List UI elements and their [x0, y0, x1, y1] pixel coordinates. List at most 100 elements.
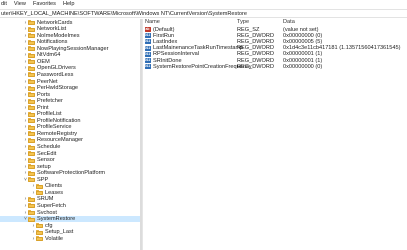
tree-item-label: PeerNet [37, 78, 58, 85]
folder-body [36, 184, 43, 189]
tree-item-label: OpenGLDrivers [37, 65, 76, 72]
tree-item[interactable]: › Clients [0, 183, 140, 189]
tree-item[interactable]: › Leases [0, 190, 140, 196]
tree-item[interactable]: › Schedule [0, 144, 140, 150]
folder-icon [28, 20, 35, 26]
tree-item-label: ResourceManager [37, 137, 84, 144]
tree-item-label: cfg [45, 222, 53, 229]
tree-item-label: SystemRestore [37, 216, 76, 223]
tree-item-label: ProfileList [37, 111, 62, 118]
tree-item[interactable]: › NetworkList [0, 26, 140, 32]
folder-body [28, 60, 35, 65]
tree-item-label: PasswordLess [37, 71, 74, 78]
tree-item[interactable]: › PerHwIdStorage [0, 85, 140, 91]
folder-body [36, 237, 43, 242]
column-name-header[interactable]: Name [145, 19, 160, 26]
folder-icon [28, 33, 35, 39]
menu-view[interactable]: View [14, 0, 26, 9]
tree-item[interactable]: › Setup_Last [0, 229, 140, 235]
tree-item-label: setup [37, 163, 51, 170]
value-data: 0x00000000 (0) [283, 63, 323, 70]
folder-body [28, 93, 35, 98]
tree-item[interactable]: › cfg [0, 223, 140, 229]
folder-icon [28, 52, 35, 58]
folder-icon [28, 65, 35, 71]
folder-body [28, 125, 35, 130]
folder-icon [28, 210, 35, 216]
tree-item-label: Sensor [37, 157, 55, 164]
tree-item[interactable]: › Volatile [0, 236, 140, 242]
tree-item[interactable]: › ProfileList [0, 111, 140, 117]
binary-value-icon: 011 [144, 51, 151, 57]
tree-item[interactable]: › Ports [0, 92, 140, 98]
tree-item[interactable]: › ProfileNotification [0, 118, 140, 124]
tree-item[interactable]: › PeerNet [0, 78, 140, 85]
tree-item[interactable]: › ProfileService [0, 124, 140, 130]
key-tree: › NetworkCards › NetworkList › NoImeModeImes ›… [0, 19, 140, 250]
value-type: REG_DWORD [237, 63, 274, 70]
binary-value-icon: 011 [144, 39, 151, 45]
tree-item[interactable]: › OEM [0, 59, 140, 65]
folder-icon [28, 79, 35, 85]
tree-item-label: Volatile [45, 235, 64, 242]
tree-item[interactable]: › NtVdm64 [0, 52, 140, 58]
folder-body [28, 99, 35, 104]
folder-icon [28, 203, 35, 209]
folder-body [36, 224, 43, 229]
column-data-header[interactable]: Data [283, 19, 295, 26]
tree-item-label: ProfileService [37, 124, 72, 131]
tree-item-label: SecEdit [37, 150, 57, 157]
folder-body [28, 40, 35, 45]
folder-icon [36, 229, 43, 235]
tree-item[interactable]: › Svchost [0, 209, 140, 216]
tree-item[interactable]: › NowPlayingSessionManager [0, 46, 140, 52]
column-type-header[interactable]: Type [237, 19, 249, 26]
tree-item[interactable]: › PasswordLess [0, 72, 140, 78]
folder-body [28, 112, 35, 117]
menu-help[interactable]: Help [63, 0, 75, 9]
tree-item[interactable]: › Notifications [0, 39, 140, 45]
binary-value-icon: 011 [144, 58, 151, 64]
folder-icon [28, 59, 35, 65]
folder-icon [28, 98, 35, 104]
folder-body [28, 211, 35, 216]
folder-icon [36, 223, 43, 229]
tree-item[interactable]: › Print [0, 105, 140, 111]
tree-item[interactable]: › ResourceManager [0, 137, 140, 143]
tree-item[interactable]: › SoftwareProtectionPlatform [0, 170, 140, 176]
folder-icon [28, 111, 35, 117]
tree-item[interactable]: › RemoteRegistry [0, 131, 140, 137]
value-row[interactable]: 011 SystemRestorePointCreationFrequency RE… [144, 64, 407, 70]
tree-item[interactable]: › SRUM [0, 196, 140, 202]
tree-item-label: Clients [45, 183, 63, 190]
folder-body [28, 73, 35, 78]
folder-body [28, 53, 35, 58]
folder-body [28, 165, 35, 170]
folder-body [28, 34, 35, 39]
tree-item-label: SRUM [37, 196, 54, 203]
tree-item[interactable]: › Sensor [0, 157, 140, 163]
tree-item[interactable]: › OpenGLDrivers [0, 65, 140, 71]
menu-bar: dit View Favorites Help [0, 0, 407, 9]
folder-body [28, 217, 35, 222]
menu-favorites[interactable]: Favorites [33, 0, 56, 9]
tree-item-label: Schedule [37, 144, 61, 151]
folder-icon [28, 151, 35, 157]
folder-body [28, 145, 35, 150]
folder-body [28, 197, 35, 202]
tree-item-label: Leases [45, 189, 64, 196]
tree-item[interactable]: ˅ SystemRestore [0, 216, 140, 223]
tree-item[interactable]: ˅ SPP [0, 177, 140, 183]
tree-item-label: Svchost [37, 209, 57, 216]
menu-edit[interactable]: dit [1, 0, 7, 9]
tree-item[interactable]: › setup [0, 164, 140, 170]
tree-item[interactable]: › SuperFetch [0, 203, 140, 209]
address-bar[interactable]: uter\HKEY_LOCAL_MACHINE\SOFTWARE\Microso… [0, 9, 407, 18]
folder-icon [28, 26, 35, 32]
tree-item[interactable]: › NetworkCards [0, 20, 140, 26]
tree-item[interactable]: › Prefetcher [0, 98, 140, 104]
folder-icon [28, 144, 35, 150]
tree-item[interactable]: › SecEdit [0, 151, 140, 157]
folder-icon [28, 170, 35, 176]
tree-item[interactable]: › NoImeModeImes [0, 33, 140, 39]
